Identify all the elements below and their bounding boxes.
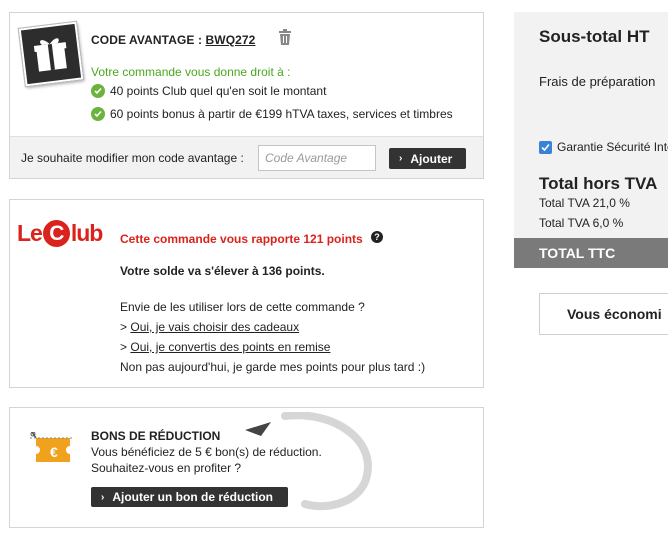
choose-gifts-link[interactable]: Oui, je vais choisir des cadeaux bbox=[130, 320, 299, 334]
benefit-item: 40 points Club quel qu'en soit le montan… bbox=[91, 84, 326, 98]
club-panel: Le Club Cette commande vous rapporte 121 … bbox=[9, 199, 484, 388]
add-voucher-button[interactable]: › Ajouter un bon de réduction bbox=[91, 487, 288, 507]
add-code-button-label: Ajouter bbox=[410, 151, 453, 166]
code-avantage-input[interactable] bbox=[258, 145, 376, 171]
gift-icon bbox=[17, 20, 85, 88]
tva-6-label: Total TVA 6,0 % bbox=[539, 216, 624, 230]
chevron-right-icon: › bbox=[101, 491, 105, 503]
guarantee-label: Garantie Sécurité Inte bbox=[557, 140, 668, 154]
benefit-item: 60 points bonus à partir de €199 hTVA ta… bbox=[91, 107, 453, 121]
guarantee-checkbox[interactable] bbox=[539, 140, 552, 154]
check-icon bbox=[91, 107, 105, 121]
club-option-discount: > Oui, je convertis des points en remise bbox=[120, 340, 331, 354]
chevron-right-icon: › bbox=[399, 153, 403, 164]
bons-question: Souhaitez-vous en profiter ? bbox=[91, 461, 242, 475]
subtotal-label: Sous-total HT bbox=[539, 27, 650, 46]
savings-text: Vous économi bbox=[567, 306, 662, 322]
benefit-text: 60 points bonus à partir de €199 hTVA ta… bbox=[110, 107, 453, 121]
club-option-gifts: > Oui, je vais choisir des cadeaux bbox=[120, 320, 300, 334]
convert-points-link[interactable]: Oui, je convertis des points en remise bbox=[130, 340, 330, 354]
add-code-button[interactable]: › Ajouter bbox=[389, 148, 466, 169]
help-icon[interactable]: ? bbox=[371, 231, 383, 243]
club-later-text: Non pas aujourd'hui, je garde mes points… bbox=[120, 360, 426, 374]
benefit-text: 40 points Club quel qu'en soit le montan… bbox=[110, 84, 327, 98]
trash-icon[interactable] bbox=[278, 29, 292, 50]
check-icon bbox=[91, 84, 105, 98]
club-points-headline: Cette commande vous rapporte 121 points bbox=[120, 232, 363, 246]
bons-description: Vous bénéficiez de 5 € bon(s) de réducti… bbox=[91, 445, 322, 459]
code-avantage-value: BWQ272 bbox=[205, 33, 256, 47]
coupon-icon: € bbox=[30, 431, 72, 473]
benefits-intro: Votre commande vous donne droit à : bbox=[91, 65, 291, 79]
code-avantage-label: CODE AVANTAGE : bbox=[91, 33, 203, 47]
code-avantage-title: CODE AVANTAGE : BWQ272 bbox=[91, 33, 255, 47]
prep-fees-label: Frais de préparation bbox=[539, 74, 656, 89]
order-summary: Sous-total HT Frais de préparation Garan… bbox=[514, 12, 668, 268]
total-ttc-label: TOTAL TTC bbox=[539, 245, 616, 261]
club-question: Envie de les utiliser lors de cette comm… bbox=[120, 300, 365, 314]
savings-box: Vous économi bbox=[539, 293, 668, 335]
total-ttc-bar: TOTAL TTC bbox=[514, 238, 668, 268]
modify-code-bar: Je souhaite modifier mon code avantage :… bbox=[10, 136, 483, 178]
modify-code-label: Je souhaite modifier mon code avantage : bbox=[21, 151, 244, 165]
tva-21-label: Total TVA 21,0 % bbox=[539, 196, 630, 210]
club-balance: Votre solde va s'élever à 136 points. bbox=[120, 264, 325, 278]
total-ht-label: Total hors TVA bbox=[539, 174, 658, 193]
bons-reduction-panel: € BONS DE RÉDUCTION Vous bénéficiez de 5… bbox=[9, 407, 484, 528]
bons-title: BONS DE RÉDUCTION bbox=[91, 429, 221, 443]
code-avantage-panel: CODE AVANTAGE : BWQ272 Votre commande vo… bbox=[9, 12, 484, 179]
le-club-logo: Le Club bbox=[17, 220, 103, 247]
coupon-symbol: € bbox=[50, 444, 58, 460]
guarantee-option[interactable]: Garantie Sécurité Inte bbox=[539, 140, 668, 154]
add-voucher-button-label: Ajouter un bon de réduction bbox=[112, 490, 274, 504]
